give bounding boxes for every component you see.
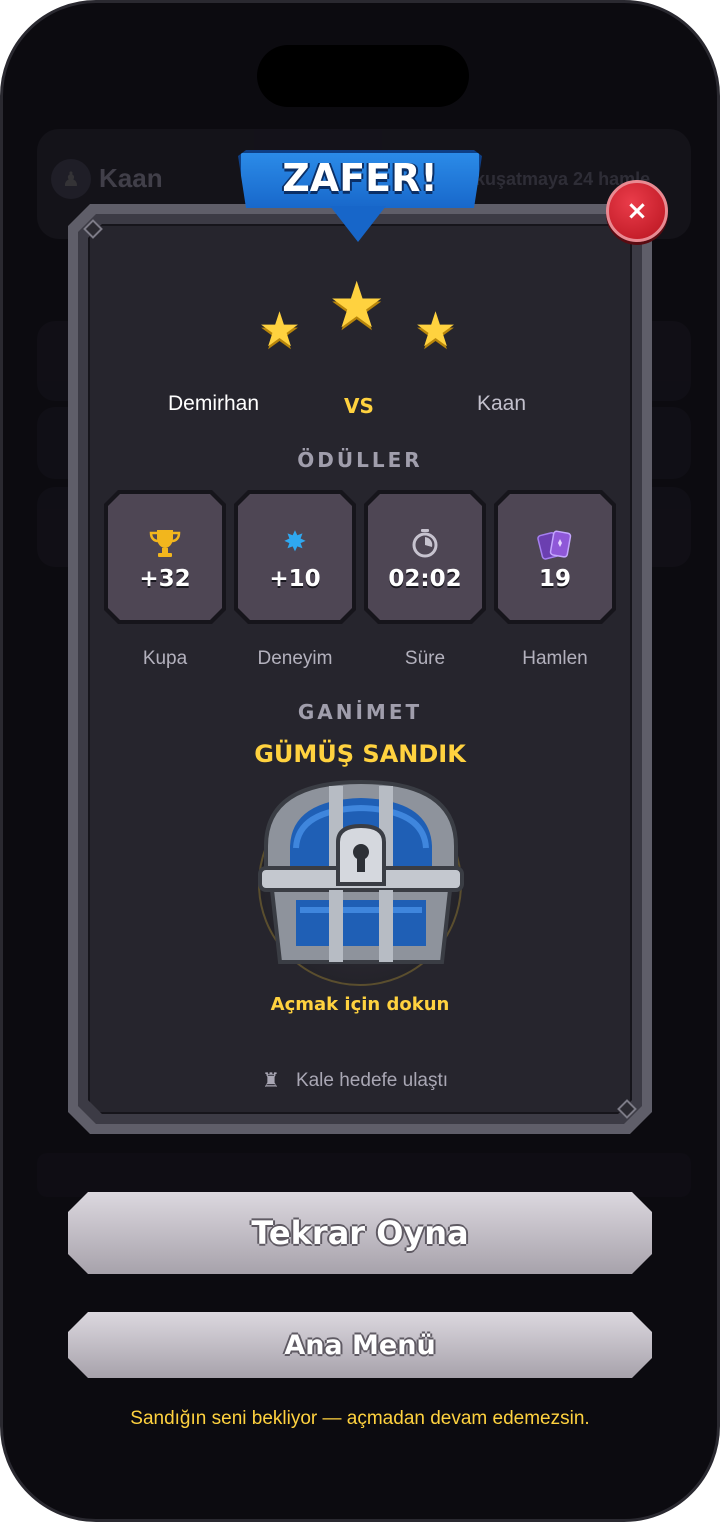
castle-status: ♜ Kale hedefe ulaştı xyxy=(262,1068,448,1093)
reward-value: +32 xyxy=(139,566,191,592)
trophy-icon xyxy=(108,528,222,563)
opponent-name-result: Kaan xyxy=(477,392,527,415)
reward-value: 02:02 xyxy=(388,566,462,592)
reward-label: Kupa xyxy=(142,648,188,669)
opponent-name: Kaan xyxy=(99,163,163,193)
reward-tile-trophy: +32 xyxy=(104,490,226,624)
chest-name: GÜMÜŞ SANDIK xyxy=(254,740,466,768)
stopwatch-icon xyxy=(368,528,482,563)
victory-title: ZAFER! xyxy=(282,156,438,200)
camera-notch xyxy=(257,45,469,107)
reward-tile-xp: ✸ +10 xyxy=(234,490,356,624)
reward-label: Süre xyxy=(404,648,446,669)
reward-value: 19 xyxy=(538,566,571,592)
reward-tile-moves: 19 xyxy=(494,490,616,624)
castle-icon: ♜ xyxy=(262,1070,280,1092)
opponent-avatar: ♟ xyxy=(51,159,91,199)
board-footer xyxy=(37,1153,691,1197)
chest-open-hint: Açmak için dokun xyxy=(270,994,450,1015)
star-icon: ★ xyxy=(258,302,302,358)
xp-star-icon: ✸ xyxy=(283,525,307,558)
main-menu-button[interactable]: Ana Menü xyxy=(68,1312,652,1378)
reward-label: Hamlen xyxy=(522,648,588,669)
chest-warning: Sandığın seni bekliyor — açmadan devam e… xyxy=(130,1408,590,1429)
rewards-title: ÖDÜLLER xyxy=(297,448,423,472)
reward-tile-time: 02:02 xyxy=(364,490,486,624)
reward-label: Deneyim xyxy=(257,648,333,669)
play-again-button[interactable]: Tekrar Oyna xyxy=(68,1192,652,1274)
star-icon: ★ xyxy=(328,269,386,343)
star-icon: ★ xyxy=(414,302,458,358)
cards-icon xyxy=(498,528,612,567)
reward-value: +10 xyxy=(269,566,321,592)
player-name: Demirhan xyxy=(168,392,260,415)
close-button[interactable]: × xyxy=(606,180,668,242)
castle-status-text: Kale hedefe ulaştı xyxy=(295,1069,449,1091)
silver-chest-icon[interactable] xyxy=(256,776,466,972)
loot-title: GANİMET xyxy=(297,700,423,724)
vs-label: VS xyxy=(344,394,374,418)
